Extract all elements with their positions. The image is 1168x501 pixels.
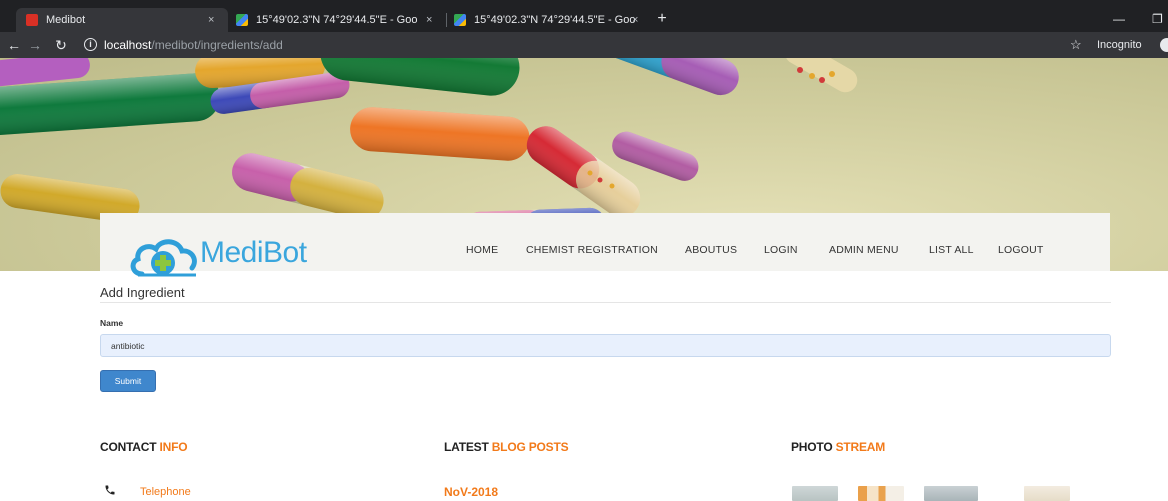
tab-title: 15°49'02.3"N 74°29'44.5"E - Goo bbox=[256, 14, 418, 26]
title-divider bbox=[100, 302, 1111, 303]
tab-close-icon[interactable]: × bbox=[426, 8, 432, 32]
reload-icon[interactable]: ↻ bbox=[52, 32, 70, 58]
page-title: Add Ingredient bbox=[100, 285, 185, 300]
submit-button[interactable]: Submit bbox=[100, 370, 156, 392]
nav-logout[interactable]: LOGOUT bbox=[998, 244, 1044, 256]
browser-tab-maps-1[interactable]: 15°49'02.3"N 74°29'44.5"E - Goo × bbox=[232, 8, 442, 32]
photo-thumbnail[interactable] bbox=[924, 486, 978, 501]
incognito-avatar-icon[interactable] bbox=[1160, 38, 1168, 52]
nav-home[interactable]: HOME bbox=[466, 244, 498, 256]
phone-icon bbox=[105, 485, 115, 495]
heading-text: PHOTO bbox=[791, 440, 836, 454]
nav-admin-menu[interactable]: ADMIN MENU bbox=[829, 244, 899, 256]
address-url: localhost/medibot/ingredients/add bbox=[104, 35, 283, 55]
site-info-icon[interactable]: i bbox=[84, 38, 97, 51]
name-label: Name bbox=[100, 318, 124, 328]
tab-title: Medibot bbox=[46, 14, 86, 26]
contact-info-heading: CONTACT INFO bbox=[100, 440, 188, 454]
back-arrow-icon[interactable]: ← bbox=[5, 32, 23, 58]
address-bar[interactable]: i localhost/medibot/ingredients/add bbox=[84, 35, 1064, 55]
tab-title: 15°49'02.3"N 74°29'44.5"E - Goo bbox=[474, 14, 636, 26]
name-input[interactable] bbox=[100, 334, 1111, 357]
heading-highlight: BLOG POSTS bbox=[491, 440, 569, 454]
url-path: /medibot/ingredients/add bbox=[151, 38, 283, 52]
logo-text: MediBot bbox=[200, 236, 307, 269]
telephone-link[interactable]: Telephone bbox=[140, 486, 191, 498]
browser-tab-medibot[interactable]: Medibot × bbox=[16, 8, 228, 32]
latest-blog-posts-heading: LATEST BLOG POSTS bbox=[444, 440, 569, 454]
forward-arrow-icon[interactable]: → bbox=[26, 32, 44, 58]
medibot-logo[interactable]: MediBot bbox=[130, 232, 330, 278]
photo-thumbnail[interactable] bbox=[858, 486, 904, 501]
photo-thumbnail[interactable] bbox=[792, 486, 838, 501]
blog-post-date: NoV-2018 bbox=[444, 485, 499, 499]
nav-chemist-registration[interactable]: CHEMIST REGISTRATION bbox=[526, 244, 658, 256]
medibot-favicon-icon bbox=[26, 14, 38, 26]
maps-favicon-icon bbox=[454, 14, 466, 26]
tab-separator bbox=[446, 13, 447, 27]
heading-text: LATEST bbox=[444, 440, 492, 454]
nav-aboutus[interactable]: ABOUTUS bbox=[685, 244, 737, 256]
tab-strip: Medibot × 15°49'02.3"N 74°29'44.5"E - Go… bbox=[0, 8, 1168, 32]
tab-close-icon[interactable]: × bbox=[208, 8, 214, 32]
heading-text: CONTACT bbox=[100, 440, 160, 454]
minimize-icon[interactable]: — bbox=[1113, 8, 1125, 32]
url-host: localhost bbox=[104, 38, 152, 52]
nav-login[interactable]: LOGIN bbox=[764, 244, 798, 256]
browser-chrome: Medibot × 15°49'02.3"N 74°29'44.5"E - Go… bbox=[0, 0, 1168, 58]
heading-highlight: STREAM bbox=[835, 440, 886, 454]
photo-thumbnail[interactable] bbox=[1024, 486, 1070, 501]
browser-toolbar: ← → ↻ i localhost/medibot/ingredients/ad… bbox=[0, 32, 1168, 58]
browser-tab-maps-2[interactable]: 15°49'02.3"N 74°29'44.5"E - Goo × bbox=[450, 8, 646, 32]
nav-list-all[interactable]: LIST ALL bbox=[929, 244, 974, 256]
incognito-label[interactable]: Incognito bbox=[1097, 32, 1142, 58]
photo-stream-heading: PHOTO STREAM bbox=[791, 440, 885, 454]
restore-icon[interactable]: ❐ bbox=[1152, 8, 1163, 32]
new-tab-button[interactable]: + bbox=[652, 8, 672, 32]
tab-close-icon[interactable]: × bbox=[632, 8, 638, 32]
medibot-cloud-cross-icon bbox=[130, 239, 197, 277]
maps-favicon-icon bbox=[236, 14, 248, 26]
bookmark-star-icon[interactable]: ☆ bbox=[1070, 32, 1082, 58]
heading-highlight: INFO bbox=[159, 440, 188, 454]
